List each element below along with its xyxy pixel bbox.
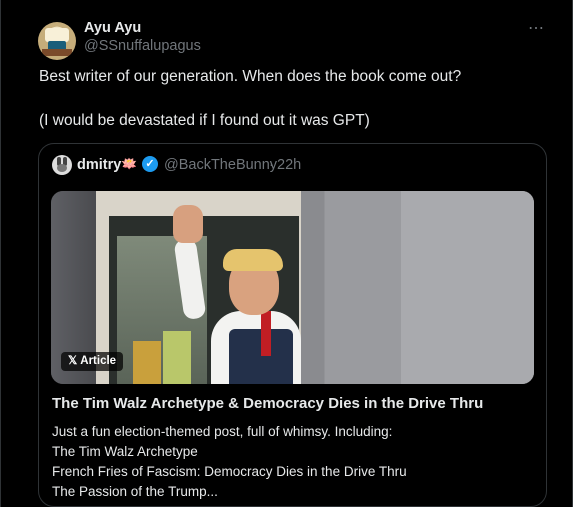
- article-title[interactable]: The Tim Walz Archetype & Democracy Dies …: [52, 395, 483, 412]
- article-description-line: Just a fun election-themed post, full of…: [52, 424, 393, 439]
- x-logo-icon: 𝕏: [68, 355, 78, 367]
- article-description-line: The Tim Walz Archetype: [52, 444, 198, 459]
- quoted-tweet[interactable]: dmitry 🪷 ✓ @BackTheBunny · 22h 𝕏Article: [38, 143, 547, 507]
- author-handle[interactable]: @SSnuffalupagus: [84, 38, 201, 54]
- lotus-icon: 🪷: [121, 156, 138, 171]
- separator-dot: ·: [269, 157, 274, 173]
- author-name[interactable]: Ayu Ayu: [84, 20, 141, 36]
- quoted-author-name[interactable]: dmitry: [77, 157, 121, 173]
- article-description-line: The Passion of the Trump...: [52, 484, 218, 499]
- article-cover-image[interactable]: 𝕏 Article: [51, 191, 534, 384]
- quoted-timestamp[interactable]: 22h: [277, 157, 301, 173]
- verified-badge-icon: ✓: [142, 156, 158, 172]
- tweet-text-line-1: Best writer of our generation. When does…: [39, 68, 462, 85]
- more-options-icon[interactable]: ⋯: [528, 18, 545, 38]
- article-badge: 𝕏 Article: [61, 352, 124, 371]
- article-description-line: French Fries of Fascism: Democracy Dies …: [52, 464, 407, 479]
- quoted-author-handle: @BackTheBunny: [164, 157, 278, 173]
- author-avatar[interactable]: [38, 22, 76, 60]
- tweet[interactable]: Ayu Ayu @SSnuffalupagus ⋯ Best writer of…: [0, 0, 573, 507]
- quoted-author-avatar[interactable]: [52, 155, 72, 175]
- article-badge-label: Article: [80, 355, 117, 367]
- article-description: Just a fun election-themed post, full of…: [52, 422, 407, 502]
- tweet-text-line-2: (I would be devastated if I found out it…: [39, 112, 370, 129]
